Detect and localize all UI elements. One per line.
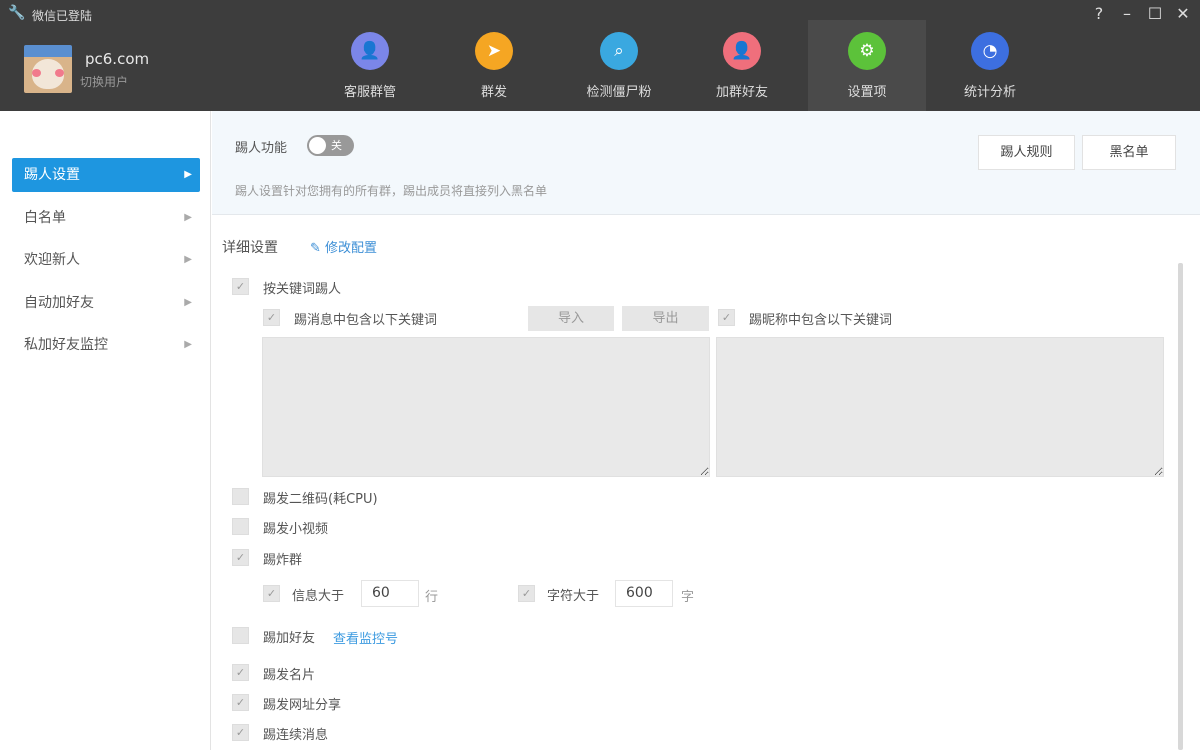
- sidebar-item-label: 自动加好友: [24, 294, 94, 311]
- keyword-label: 按关键词踢人: [263, 282, 342, 297]
- nav-tab-icon: 👤: [723, 32, 761, 70]
- qr-label: 踢发二维码(耗CPU): [263, 492, 378, 507]
- nav-tab-3[interactable]: 👤 加群好友: [683, 20, 801, 111]
- qr-checkbox[interactable]: [232, 488, 249, 505]
- edit-config-label: 修改配置: [325, 241, 378, 256]
- message-keyword-checkbox[interactable]: ✓: [263, 309, 280, 326]
- kick-rules-button[interactable]: 踢人规则: [978, 135, 1075, 170]
- nav-tab-label: 检测僵尸粉: [586, 85, 652, 100]
- nav-tab-1[interactable]: ➤ 群发: [435, 20, 553, 111]
- continuous-label: 踢连续消息: [263, 728, 329, 743]
- sidebar-item-label: 欢迎新人: [24, 252, 80, 268]
- pencil-icon: ✎: [310, 241, 326, 256]
- nickname-keyword-label: 踢昵称中包含以下关键词: [749, 313, 893, 328]
- user-name: pc6.com: [85, 50, 150, 68]
- char-gt-checkbox[interactable]: ✓: [518, 585, 535, 602]
- nav-tab-label: 设置项: [847, 85, 887, 100]
- msg-gt-label: 信息大于: [292, 589, 345, 604]
- nav-tab-2[interactable]: ⌕ 检测僵尸粉: [560, 20, 678, 111]
- message-keyword-label: 踢消息中包含以下关键词: [294, 313, 438, 328]
- message-lines-input[interactable]: 60: [361, 580, 419, 607]
- url-label: 踢发网址分享: [263, 698, 342, 713]
- sidebar-item-2[interactable]: 欢迎新人 ▶: [12, 243, 200, 277]
- nav-tab-icon: ⌕: [600, 32, 638, 70]
- sidebar-item-3[interactable]: 自动加好友 ▶: [12, 286, 200, 320]
- switch-user-link[interactable]: 切换用户: [80, 73, 128, 90]
- video-checkbox[interactable]: [232, 518, 249, 535]
- scrollbar[interactable]: [1178, 263, 1183, 750]
- nav-tab-label: 统计分析: [963, 85, 1016, 100]
- nav-tab-0[interactable]: 👤 客服群管: [311, 20, 429, 111]
- close-icon[interactable]: ✕: [1172, 4, 1194, 23]
- view-monitor-link[interactable]: 查看监控号: [333, 628, 398, 647]
- maximize-icon[interactable]: ☐: [1144, 4, 1166, 23]
- add-friend-label: 踢加好友: [263, 631, 316, 646]
- char-count-input[interactable]: 600: [615, 580, 673, 607]
- nickname-keyword-checkbox[interactable]: ✓: [718, 309, 735, 326]
- sidebar-item-label: 私加好友监控: [24, 337, 108, 353]
- minimize-icon[interactable]: –: [1116, 4, 1138, 23]
- avatar: [24, 45, 72, 93]
- sidebar-item-label: 踢人设置: [24, 167, 80, 183]
- nav-tab-5[interactable]: ◔ 统计分析: [931, 20, 1049, 111]
- blacklist-button[interactable]: 黑名单: [1082, 135, 1176, 170]
- keyword-checkbox[interactable]: ✓: [232, 278, 249, 295]
- url-checkbox[interactable]: ✓: [232, 694, 249, 711]
- edit-config-link[interactable]: ✎ 修改配置: [310, 237, 377, 256]
- sidebar-item-1[interactable]: 白名单 ▶: [12, 201, 200, 235]
- sidebar-item-0[interactable]: 踢人设置 ▶: [12, 158, 200, 192]
- sidebar-item-label: 白名单: [24, 209, 66, 226]
- nickname-keywords-textarea[interactable]: [716, 337, 1164, 477]
- chevron-right-icon: ▶: [184, 169, 192, 180]
- video-label: 踢发小视频: [263, 522, 329, 537]
- chevron-right-icon: ▶: [184, 254, 192, 265]
- lines-unit: 行: [425, 590, 439, 605]
- kick-function-toggle[interactable]: 关: [307, 135, 354, 156]
- sidebar-item-4[interactable]: 私加好友监控 ▶: [12, 328, 200, 362]
- nav-tab-icon: ◔: [971, 32, 1009, 70]
- add-friend-checkbox[interactable]: [232, 627, 249, 644]
- chevron-right-icon: ▶: [184, 339, 192, 350]
- wrench-icon: 🔧: [8, 5, 26, 21]
- import-button[interactable]: 导入: [528, 306, 614, 331]
- continuous-checkbox[interactable]: ✓: [232, 724, 249, 741]
- chevron-right-icon: ▶: [184, 296, 192, 308]
- nav-tab-label: 群发: [480, 85, 507, 100]
- nav-tab-icon: ➤: [475, 32, 513, 70]
- nav-tab-4[interactable]: ⚙ 设置项: [808, 20, 926, 111]
- nav-tab-icon: ⚙: [848, 32, 886, 70]
- nav-tab-label: 加群好友: [715, 85, 768, 100]
- toggle-state: 关: [331, 139, 342, 152]
- msg-gt-checkbox[interactable]: ✓: [263, 585, 280, 602]
- kick-function-label: 踢人功能: [235, 141, 288, 156]
- detail-settings-title: 详细设置: [222, 240, 278, 256]
- export-button[interactable]: 导出: [622, 306, 709, 331]
- nav-tab-label: 客服群管: [343, 85, 396, 100]
- card-label: 踢发名片: [263, 668, 316, 683]
- window-title: 微信已登陆: [32, 9, 93, 23]
- bomb-checkbox[interactable]: ✓: [232, 549, 249, 566]
- char-gt-label: 字符大于: [547, 589, 600, 604]
- char-unit: 字: [681, 590, 695, 605]
- help-icon[interactable]: ?: [1088, 4, 1110, 23]
- nav-tab-icon: 👤: [351, 32, 389, 70]
- card-checkbox[interactable]: ✓: [232, 664, 249, 681]
- kick-description: 踢人设置针对您拥有的所有群，踢出成员将直接列入黑名单: [235, 184, 548, 198]
- chevron-right-icon: ▶: [184, 211, 192, 223]
- message-keywords-textarea[interactable]: [262, 337, 710, 477]
- bomb-label: 踢炸群: [263, 553, 303, 568]
